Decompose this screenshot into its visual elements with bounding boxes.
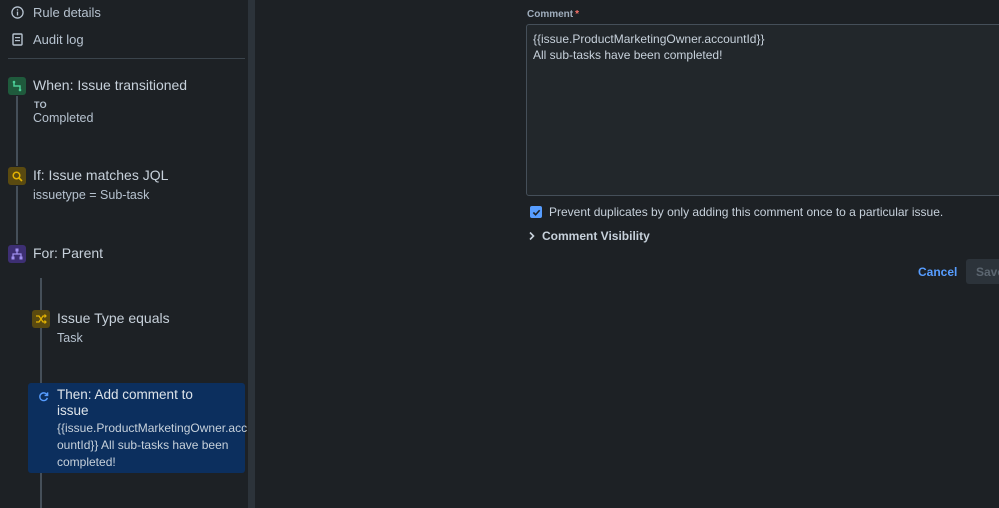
comment-visibility-label: Comment Visibility xyxy=(542,229,650,243)
search-icon xyxy=(8,167,26,185)
panel-resize-handle[interactable] xyxy=(248,0,255,508)
comment-label: Comment * xyxy=(527,9,580,20)
step-nested-condition[interactable]: Issue Type equals Task xyxy=(24,308,245,350)
nav-audit-log[interactable]: Audit log xyxy=(10,29,84,49)
save-button[interactable]: Save xyxy=(966,259,999,284)
prevent-duplicates-label[interactable]: Prevent duplicates by only adding this c… xyxy=(549,205,943,219)
shuffle-icon xyxy=(32,310,50,328)
rule-sidebar: Rule details Audit log When: Issue trans… xyxy=(0,0,250,508)
checkmark-icon xyxy=(532,209,540,216)
comment-textarea[interactable]: {{issue.ProductMarketingOwner.accountId}… xyxy=(526,24,999,196)
step-action-title-line1: Then: Add comment to xyxy=(57,387,193,402)
comment-visibility-toggle[interactable]: Comment Visibility xyxy=(528,228,650,244)
required-mark: * xyxy=(575,9,580,20)
prevent-duplicates-checkbox[interactable] xyxy=(530,206,542,218)
step-action-title-line2: issue xyxy=(57,403,89,418)
chevron-right-icon xyxy=(528,231,538,241)
step-trigger[interactable]: When: Issue transitioned TO Completed xyxy=(0,74,245,130)
step-action-value: {{issue.ProductMarketingOwner.acc ountId… xyxy=(57,421,248,469)
transition-icon xyxy=(8,77,26,95)
step-trigger-title: When: Issue transitioned xyxy=(33,77,188,93)
step-condition-value: issuetype = Sub-task xyxy=(33,188,150,202)
info-icon xyxy=(10,5,24,19)
hierarchy-icon xyxy=(8,245,26,263)
step-nested-condition-value: Task xyxy=(57,331,83,345)
step-trigger-to-label: TO xyxy=(34,100,47,110)
nav-rule-details[interactable]: Rule details xyxy=(10,2,101,22)
nav-audit-log-label: Audit log xyxy=(33,31,84,47)
document-icon xyxy=(10,32,24,46)
step-branch[interactable]: For: Parent xyxy=(0,243,245,265)
step-condition[interactable]: If: Issue matches JQL issuetype = Sub-ta… xyxy=(0,165,245,207)
nav-divider xyxy=(8,58,245,59)
step-action[interactable]: Then: Add comment to issue {{issue.Produ… xyxy=(28,383,248,473)
nav-rule-details-label: Rule details xyxy=(33,4,101,20)
refresh-icon xyxy=(36,389,50,403)
step-nested-condition-title: Issue Type equals xyxy=(57,310,170,326)
step-condition-title: If: Issue matches JQL xyxy=(33,167,169,183)
step-trigger-value: Completed xyxy=(33,111,94,125)
cancel-button[interactable]: Cancel xyxy=(910,260,965,284)
step-branch-title: For: Parent xyxy=(33,245,104,261)
